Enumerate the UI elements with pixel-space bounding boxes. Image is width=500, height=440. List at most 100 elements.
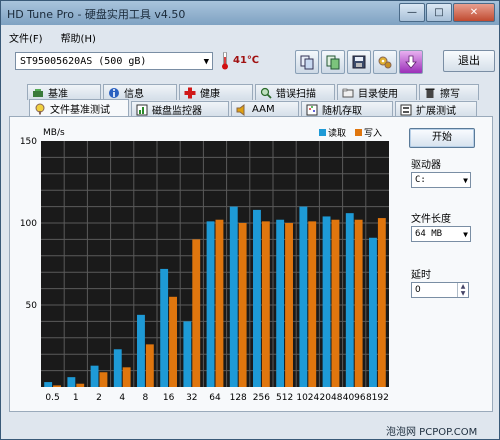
x-tick-label: 8192 (366, 393, 389, 403)
menu-file[interactable]: 文件(F) (9, 30, 43, 45)
bar-write (308, 221, 317, 387)
tab-file-benchmark[interactable]: 文件基准测试 (29, 99, 129, 117)
app-window: HD Tune Pro - 硬盘实用工具 v4.50 — □ ✕ 文件(F) 帮… (0, 0, 500, 440)
minimize-button[interactable]: — (399, 3, 425, 22)
bar-read (183, 321, 192, 387)
copy-all-button[interactable] (321, 50, 345, 74)
tab-erase[interactable]: 擦写 (419, 84, 479, 100)
copy-icon (300, 55, 314, 70)
download-arrow-icon (405, 55, 417, 69)
start-button[interactable]: 开始 (409, 128, 475, 148)
magnifier-icon (260, 87, 272, 99)
temperature-readout: 41℃ (233, 55, 260, 66)
spinner-arrows-icon[interactable]: ▲ ▼ (457, 283, 468, 297)
trash-icon (425, 88, 435, 98)
chart-svg: 50 100 150 MB/s 0.5 1 2 4 8 16 32 64 128 256 512 1024 20… (20, 127, 389, 403)
health-cross-icon (184, 87, 196, 98)
y-tick-label: 150 (20, 137, 37, 147)
drive-select-value: ST95005620AS (500 gB) (20, 56, 147, 67)
x-tick-label: 2048 (320, 393, 343, 403)
save-button[interactable] (347, 50, 371, 74)
x-tick-label: 1 (73, 393, 79, 403)
bar-write (122, 367, 131, 387)
tab-label: 文件基准测试 (50, 105, 110, 116)
tab-extra-tests[interactable]: 扩展测试 (395, 101, 477, 117)
file-benchmark-chart: 50 100 150 MB/s 0.5 1 2 4 8 16 32 64 128 256 512 1024 20… (11, 119, 401, 411)
bar-write (53, 385, 61, 387)
legend-swatch (319, 129, 326, 136)
options-button[interactable] (373, 50, 397, 74)
x-tick-label: 16 (163, 393, 175, 403)
file-length-label: 文件长度 (411, 214, 451, 225)
x-tick-label: 32 (186, 393, 197, 403)
delay-spinner[interactable]: 0 ▲ ▼ (411, 282, 469, 298)
bar-read (229, 206, 238, 387)
drive-letter-select[interactable]: C: ▼ (411, 172, 471, 188)
tab-label: 随机存取 (322, 106, 362, 117)
folder-icon (342, 88, 354, 97)
bar-write (331, 219, 340, 387)
tab-label: AAM (252, 104, 275, 115)
bar-read (345, 213, 354, 387)
close-button[interactable]: ✕ (453, 3, 495, 22)
tab-aam[interactable]: AAM (231, 101, 299, 117)
exit-button[interactable]: 退出 (443, 50, 495, 72)
file-benchmark-icon (35, 103, 45, 114)
chevron-down-icon: ▼ (203, 57, 209, 67)
tab-row-bottom: 文件基准测试 磁盘监控器 AAM 随机存取 扩展测试 (29, 99, 479, 117)
file-length-value: 64 MB (415, 229, 443, 239)
x-tick-label: 64 (209, 393, 221, 403)
x-tick-label: 1024 (296, 393, 319, 403)
bar-read (299, 206, 308, 387)
y-tick-label: 100 (20, 219, 37, 229)
tab-error-scan[interactable]: 错误扫描 (255, 84, 335, 100)
delay-label: 延时 (411, 270, 431, 281)
drive-letter-value: C: (415, 175, 426, 185)
bar-write (354, 219, 363, 387)
drive-label: 驱动器 (411, 160, 441, 171)
legend-label: 写入 (364, 128, 382, 139)
title-bar: HD Tune Pro - 硬盘实用工具 v4.50 — □ ✕ (1, 1, 499, 25)
window-controls: — □ ✕ (398, 3, 495, 22)
maximize-button[interactable]: □ (426, 3, 452, 22)
bar-write (238, 223, 247, 387)
bar-write (261, 221, 270, 387)
tab-benchmark[interactable]: 基准 (27, 84, 101, 100)
tab-disk-monitor[interactable]: 磁盘监控器 (131, 101, 229, 117)
window-title: HD Tune Pro - 硬盘实用工具 v4.50 (7, 8, 186, 21)
tab-label: 扩展测试 (416, 106, 456, 117)
bar-read (113, 349, 122, 387)
tab-random-access[interactable]: 随机存取 (301, 101, 393, 117)
menu-help[interactable]: 帮助(H) (61, 30, 96, 45)
download-button[interactable] (399, 50, 423, 74)
copy-info-button[interactable] (295, 50, 319, 74)
bar-write (99, 372, 108, 387)
x-tick-label: 0.5 (45, 393, 59, 403)
tab-label: 目录使用 (358, 89, 398, 100)
bar-write (215, 219, 224, 387)
bar-read (206, 221, 215, 387)
tab-info[interactable]: 信息 (103, 84, 177, 100)
y-axis-label: MB/s (43, 128, 65, 138)
bar-write (76, 383, 85, 387)
benchmark-icon (33, 88, 43, 97)
delay-value: 0 (415, 285, 421, 295)
tab-folder-usage[interactable]: 目录使用 (337, 84, 417, 100)
drive-select[interactable]: ST95005620AS (500 gB) ▼ (15, 52, 213, 70)
legend-label: 读取 (328, 127, 346, 139)
bar-read (90, 365, 99, 387)
gears-icon (378, 56, 392, 69)
x-tick-label: 2 (96, 393, 102, 403)
tab-row-top: 基准 信息 健康 错误扫描 目录使用 擦写 (27, 84, 481, 100)
random-access-icon (306, 104, 318, 115)
file-length-select[interactable]: 64 MB ▼ (411, 226, 471, 242)
bar-write (377, 218, 386, 387)
bar-write (192, 239, 201, 387)
tab-health[interactable]: 健康 (179, 84, 253, 100)
tab-label: 健康 (200, 89, 220, 100)
x-tick-label: 4096 (343, 393, 366, 403)
copy-green-icon (326, 55, 340, 70)
monitor-chart-icon (136, 104, 148, 115)
tab-label: 磁盘监控器 (152, 106, 202, 117)
x-tick-label: 4 (119, 393, 125, 403)
